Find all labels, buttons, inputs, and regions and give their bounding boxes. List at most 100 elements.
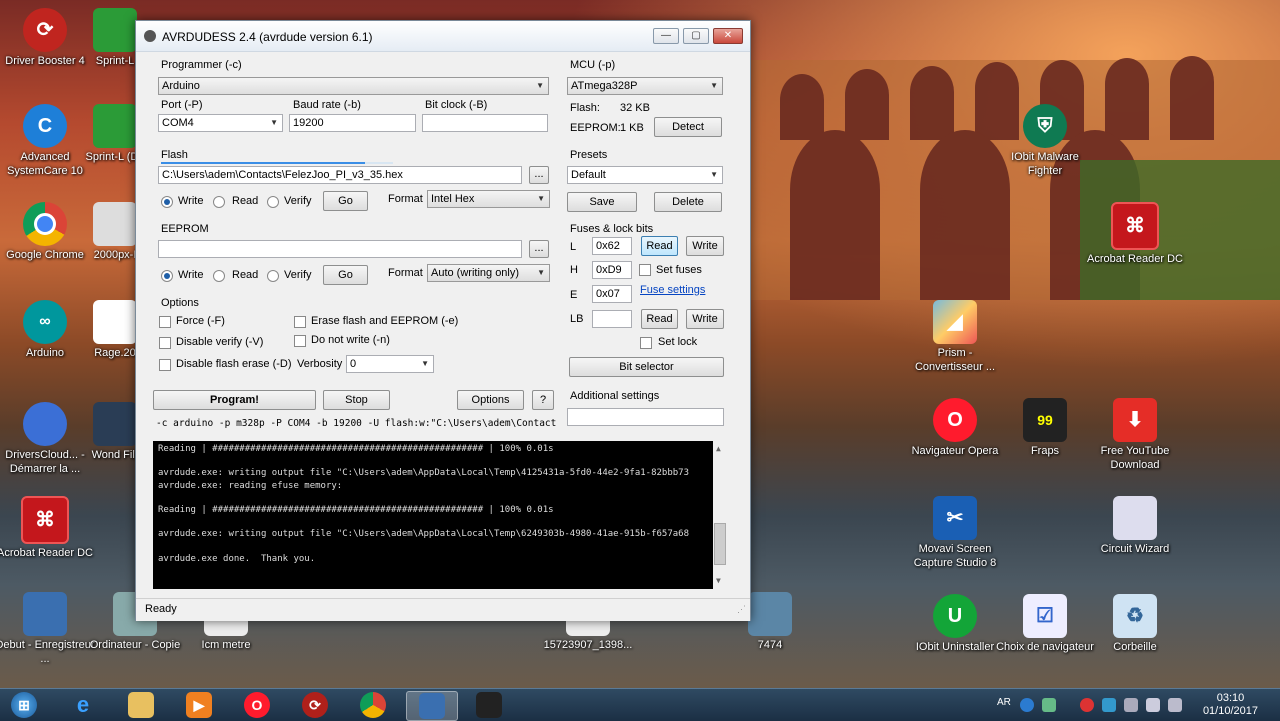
taskbar-explorer[interactable]	[116, 691, 166, 719]
bit-selector-button[interactable]: Bit selector	[569, 357, 724, 377]
desktop-icon-acrobat-right[interactable]: ⌘ Acrobat Reader DC	[1085, 202, 1185, 266]
fuse-h-input[interactable]: 0xD9	[592, 261, 632, 279]
force-checkbox[interactable]	[159, 316, 171, 328]
lock-read-button[interactable]: Read	[641, 309, 678, 329]
lock-bits-input[interactable]	[592, 310, 632, 328]
erase-checkbox[interactable]	[294, 316, 306, 328]
set-fuses-checkbox[interactable]	[639, 264, 651, 276]
taskbar-media-player[interactable]: ▶	[174, 691, 224, 719]
command-line[interactable]: -c arduino -p m328p -P COM4 -b 19200 -U …	[156, 418, 556, 429]
fuse-settings-link[interactable]: Fuse settings	[640, 284, 705, 296]
verbosity-select[interactable]: 0	[346, 355, 434, 373]
console-scrollbar[interactable]: ▲ ▼	[713, 441, 728, 589]
resize-grip-icon[interactable]: ⋰	[737, 604, 746, 615]
console-scroll-thumb[interactable]	[714, 523, 726, 565]
start-button[interactable]: ⊞	[0, 691, 48, 719]
fuses-write-button[interactable]: Write	[686, 236, 724, 256]
eeprom-verify-radio[interactable]	[267, 270, 279, 282]
program-button[interactable]: Program!	[153, 390, 316, 410]
minimize-button[interactable]: —	[653, 28, 679, 44]
flash-browse-button[interactable]: ...	[529, 166, 549, 184]
presets-select[interactable]: Default	[567, 166, 723, 184]
app-icon	[144, 30, 156, 42]
eeprom-browse-button[interactable]: ...	[529, 240, 549, 258]
bitclock-label: Bit clock (-B)	[425, 99, 488, 111]
taskbar-chrome[interactable]	[348, 691, 398, 719]
desktop-icon-movavi[interactable]: ✂ Movavi Screen Capture Studio 8	[905, 496, 1005, 570]
options-button[interactable]: Options	[457, 390, 524, 410]
eeprom-go-button[interactable]: Go	[323, 265, 368, 285]
presets-save-button[interactable]: Save	[567, 192, 637, 212]
disable-flash-erase-checkbox[interactable]	[159, 359, 171, 371]
detect-button[interactable]: Detect	[654, 117, 722, 137]
flash-read-radio[interactable]	[213, 196, 225, 208]
desktop-icon-circuit-wizard[interactable]: Circuit Wizard	[1085, 496, 1185, 556]
scroll-up-icon[interactable]: ▲	[716, 443, 721, 455]
taskbar-clock[interactable]: 03:10 01/10/2017	[1203, 692, 1258, 718]
help-tray-icon[interactable]	[1020, 698, 1034, 712]
console-lines: Reading | ##############################…	[158, 443, 712, 577]
desktop-icon-choix-navigateur[interactable]: ☑ Choix de navigateur	[995, 594, 1095, 654]
file-icon	[93, 300, 137, 344]
taskbar-avrdudess[interactable]	[464, 691, 514, 719]
no-write-checkbox[interactable]	[294, 335, 306, 347]
taskbar-app-red[interactable]: ⟳	[290, 691, 340, 719]
scroll-down-icon[interactable]: ▼	[716, 575, 721, 587]
acrobat-icon: ⌘	[1111, 202, 1159, 250]
network-tray-icon[interactable]	[1124, 698, 1138, 712]
flash-verify-radio[interactable]	[267, 196, 279, 208]
output-console[interactable]: Reading | ##############################…	[153, 441, 728, 589]
set-lock-checkbox[interactable]	[640, 337, 652, 349]
eeprom-read-radio[interactable]	[213, 270, 225, 282]
fuse-l-input[interactable]: 0x62	[592, 237, 632, 255]
desktop-icon-iobit-malware[interactable]: ⛨ IObit Malware Fighter	[995, 104, 1095, 178]
lock-write-button[interactable]: Write	[686, 309, 724, 329]
flash-format-select[interactable]: Intel Hex	[427, 190, 550, 208]
close-button[interactable]: ✕	[713, 28, 743, 44]
fuse-e-input[interactable]: 0x07	[592, 285, 632, 303]
up-arrow-tray-icon[interactable]	[1042, 698, 1056, 712]
desktop-icon-youtube-download[interactable]: ⬇ Free YouTube Download	[1085, 398, 1185, 472]
security-tray-icon[interactable]	[1080, 698, 1094, 712]
disable-verify-checkbox[interactable]	[159, 337, 171, 349]
flash-go-button[interactable]: Go	[323, 191, 368, 211]
bitclock-input[interactable]	[422, 114, 548, 132]
console-line: Reading | ##############################…	[158, 444, 554, 454]
language-indicator[interactable]: AR	[997, 697, 1011, 708]
desktop-icon-fraps[interactable]: 99 Fraps	[995, 398, 1095, 458]
eeprom-file-input[interactable]	[158, 240, 522, 258]
additional-settings-input[interactable]	[567, 408, 724, 426]
taskbar-debut[interactable]	[406, 691, 458, 721]
flash-file-input[interactable]: C:\Users\adem\Contacts\FelezJoo_PI_v3_35…	[158, 166, 522, 184]
fuse-e-label: E	[570, 289, 578, 301]
console-line: avrdude.exe: writing output file "C:\Use…	[158, 529, 690, 540]
desktop-icon-prism[interactable]: ◢ Prism - Convertisseur ...	[905, 300, 1005, 374]
desktop-icon-debut[interactable]: Debut - Enregistreur ...	[0, 592, 95, 666]
desktop-icon-iobit-uninstaller[interactable]: U IObit Uninstaller	[905, 594, 1005, 654]
mcu-select[interactable]: ATmega328P	[567, 77, 723, 95]
flash-write-radio[interactable]	[161, 196, 173, 208]
eeprom-write-radio[interactable]	[161, 270, 173, 282]
internet-explorer-icon: e	[76, 692, 90, 717]
taskbar: ⊞ e ▶ O ⟳ AR 03:10 01/10/2017	[0, 688, 1280, 721]
desktop-icon-corbeille[interactable]: ♻ Corbeille	[1085, 594, 1185, 654]
programmer-select[interactable]: Arduino	[158, 77, 549, 95]
fuses-read-button[interactable]: Read	[641, 236, 678, 256]
eeprom-format-select[interactable]: Auto (writing only)	[427, 264, 550, 282]
flag-tray-icon[interactable]	[1146, 698, 1160, 712]
presets-delete-button[interactable]: Delete	[654, 192, 722, 212]
title-bar[interactable]: AVRDUDESS 2.4 (avrdude version 6.1) — ▢ …	[136, 21, 750, 52]
shield-tray-icon[interactable]	[1102, 698, 1116, 712]
help-button[interactable]: ?	[532, 390, 554, 410]
maximize-button[interactable]: ▢	[683, 28, 709, 44]
desktop-icon-acrobat-left[interactable]: ⌘ Acrobat Reader DC	[0, 496, 95, 560]
baud-input[interactable]: 19200	[289, 114, 416, 132]
desktop-icon-opera[interactable]: O Navigateur Opera	[905, 398, 1005, 458]
taskbar-ie[interactable]: e	[58, 691, 108, 719]
stop-button[interactable]: Stop	[323, 390, 390, 410]
volume-tray-icon[interactable]	[1168, 698, 1182, 712]
taskbar-opera[interactable]: O	[232, 691, 282, 719]
port-select[interactable]: COM4	[158, 114, 283, 132]
